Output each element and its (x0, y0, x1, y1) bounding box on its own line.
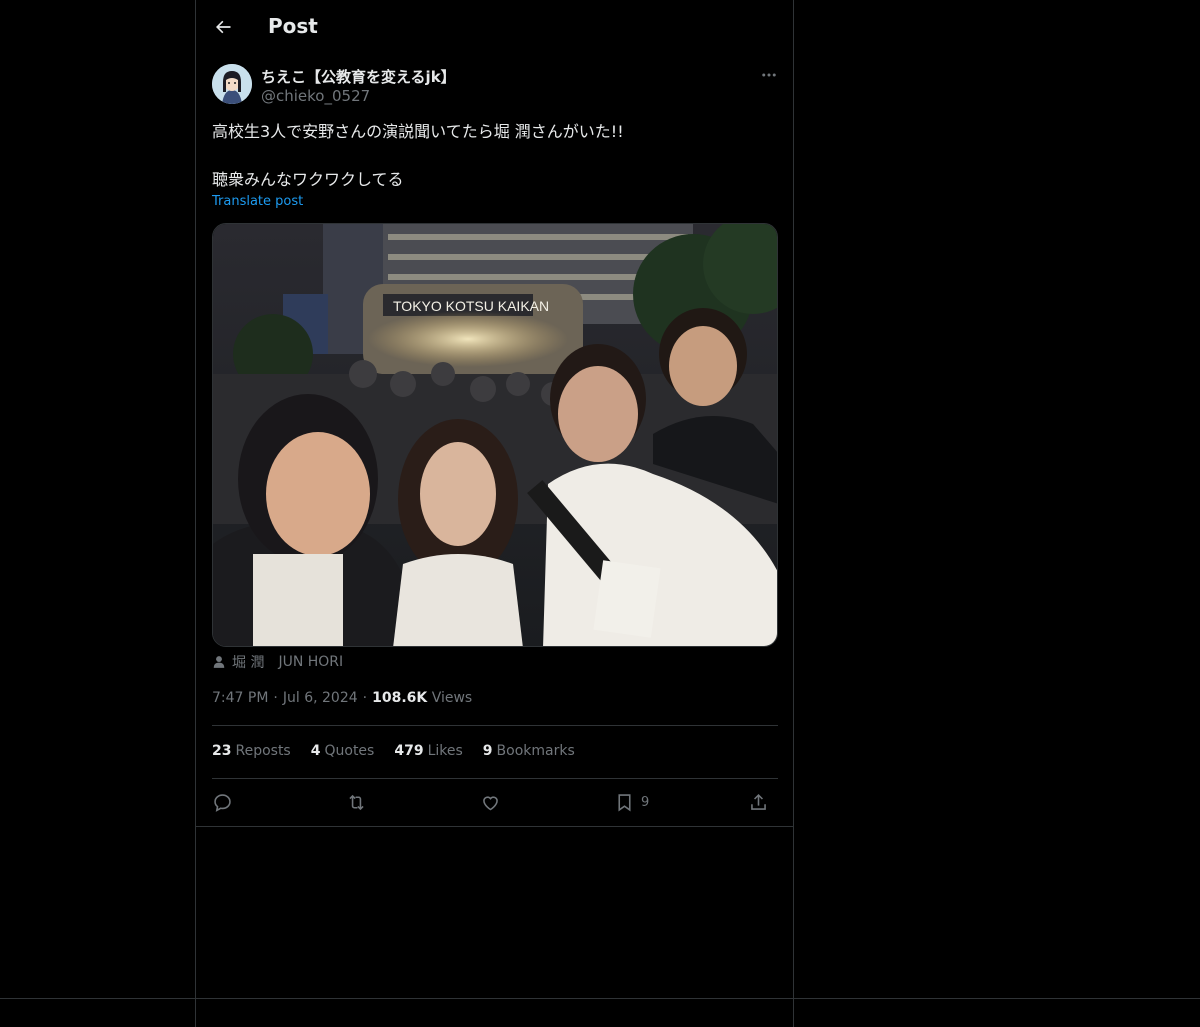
author-handle[interactable]: @chieko_0527 (261, 87, 370, 105)
author-display-name[interactable]: ちえこ【公教育を変えるjk】 (261, 66, 456, 87)
views-count: 108.6K (372, 690, 428, 706)
divider (196, 826, 793, 827)
reposts-stat[interactable]: 23 Reposts (212, 743, 291, 759)
heart-icon (483, 795, 498, 810)
page-header: Post (196, 0, 793, 53)
back-button[interactable] (208, 12, 238, 42)
avatar[interactable] (212, 64, 252, 104)
likes-stat[interactable]: 479 Likes (394, 743, 462, 759)
more-horizontal-icon (762, 73, 776, 77)
engagement-stats: 23 Reposts 4 Quotes 479 Likes 9 Bookmarks (212, 743, 575, 759)
main-column: Post ちえこ【公教育を変えるjk】 @chieko_0527 高校生3人で安… (195, 0, 794, 1027)
share-button[interactable] (748, 790, 769, 814)
quotes-count: 4 (310, 743, 321, 759)
tagged-name-en: JUN HORI (278, 654, 344, 670)
quotes-label: Quotes (324, 743, 375, 759)
share-icon (751, 793, 766, 810)
post-time[interactable]: 7:47 PM (212, 690, 268, 706)
quotes-stat[interactable]: 4 Quotes (311, 743, 375, 759)
likes-label: Likes (427, 743, 463, 759)
views-label: Views (431, 690, 473, 706)
tagged-name-jp: 堀 潤 (232, 655, 265, 671)
reply-icon (214, 793, 231, 812)
translate-post-link[interactable]: Translate post (212, 194, 303, 209)
person-icon (213, 656, 225, 668)
bookmarks-count: 9 (482, 743, 493, 759)
reposts-count: 23 (212, 743, 232, 759)
arrow-left-icon (216, 20, 231, 34)
bottom-divider (0, 998, 1200, 999)
tagged-people[interactable]: 堀 潤 JUN HORI (212, 652, 343, 672)
more-options-button[interactable] (756, 64, 782, 86)
bookmarks-stat[interactable]: 9 Bookmarks (483, 743, 575, 759)
action-bar: 9 (212, 790, 778, 816)
tweet-text: 高校生3人で安野さんの演説聞いてたら堀 潤さんがいた!! 聴衆みんなワクワクして… (212, 120, 772, 192)
likes-count: 479 (394, 743, 424, 759)
avatar-illustration (212, 64, 252, 104)
bookmarks-label: Bookmarks (496, 743, 575, 759)
reposts-label: Reposts (235, 743, 291, 759)
post-meta: 7:47 PM · Jul 6, 2024 · 108.6K Views (212, 690, 473, 706)
divider (212, 725, 778, 726)
photo-selfie-group: TOKYO KOTSU KAIKAN (213, 224, 777, 646)
tweet-text-line: 聴衆みんなワクワクしてる (212, 170, 404, 189)
repost-icon (349, 794, 364, 810)
repost-button[interactable] (346, 790, 367, 814)
post-date[interactable]: Jul 6, 2024 (283, 690, 358, 706)
divider (212, 778, 778, 779)
tweet-text-line: 高校生3人で安野さんの演説聞いてたら堀 潤さんがいた!! (212, 122, 624, 141)
tweet-photo[interactable]: TOKYO KOTSU KAIKAN (212, 223, 778, 647)
bookmark-button[interactable]: 9 (614, 790, 649, 814)
bookmark-icon (618, 793, 631, 811)
like-button[interactable] (480, 790, 501, 814)
reply-button[interactable] (212, 790, 233, 814)
page-title: Post (268, 14, 318, 38)
bookmark-count: 9 (641, 794, 650, 810)
